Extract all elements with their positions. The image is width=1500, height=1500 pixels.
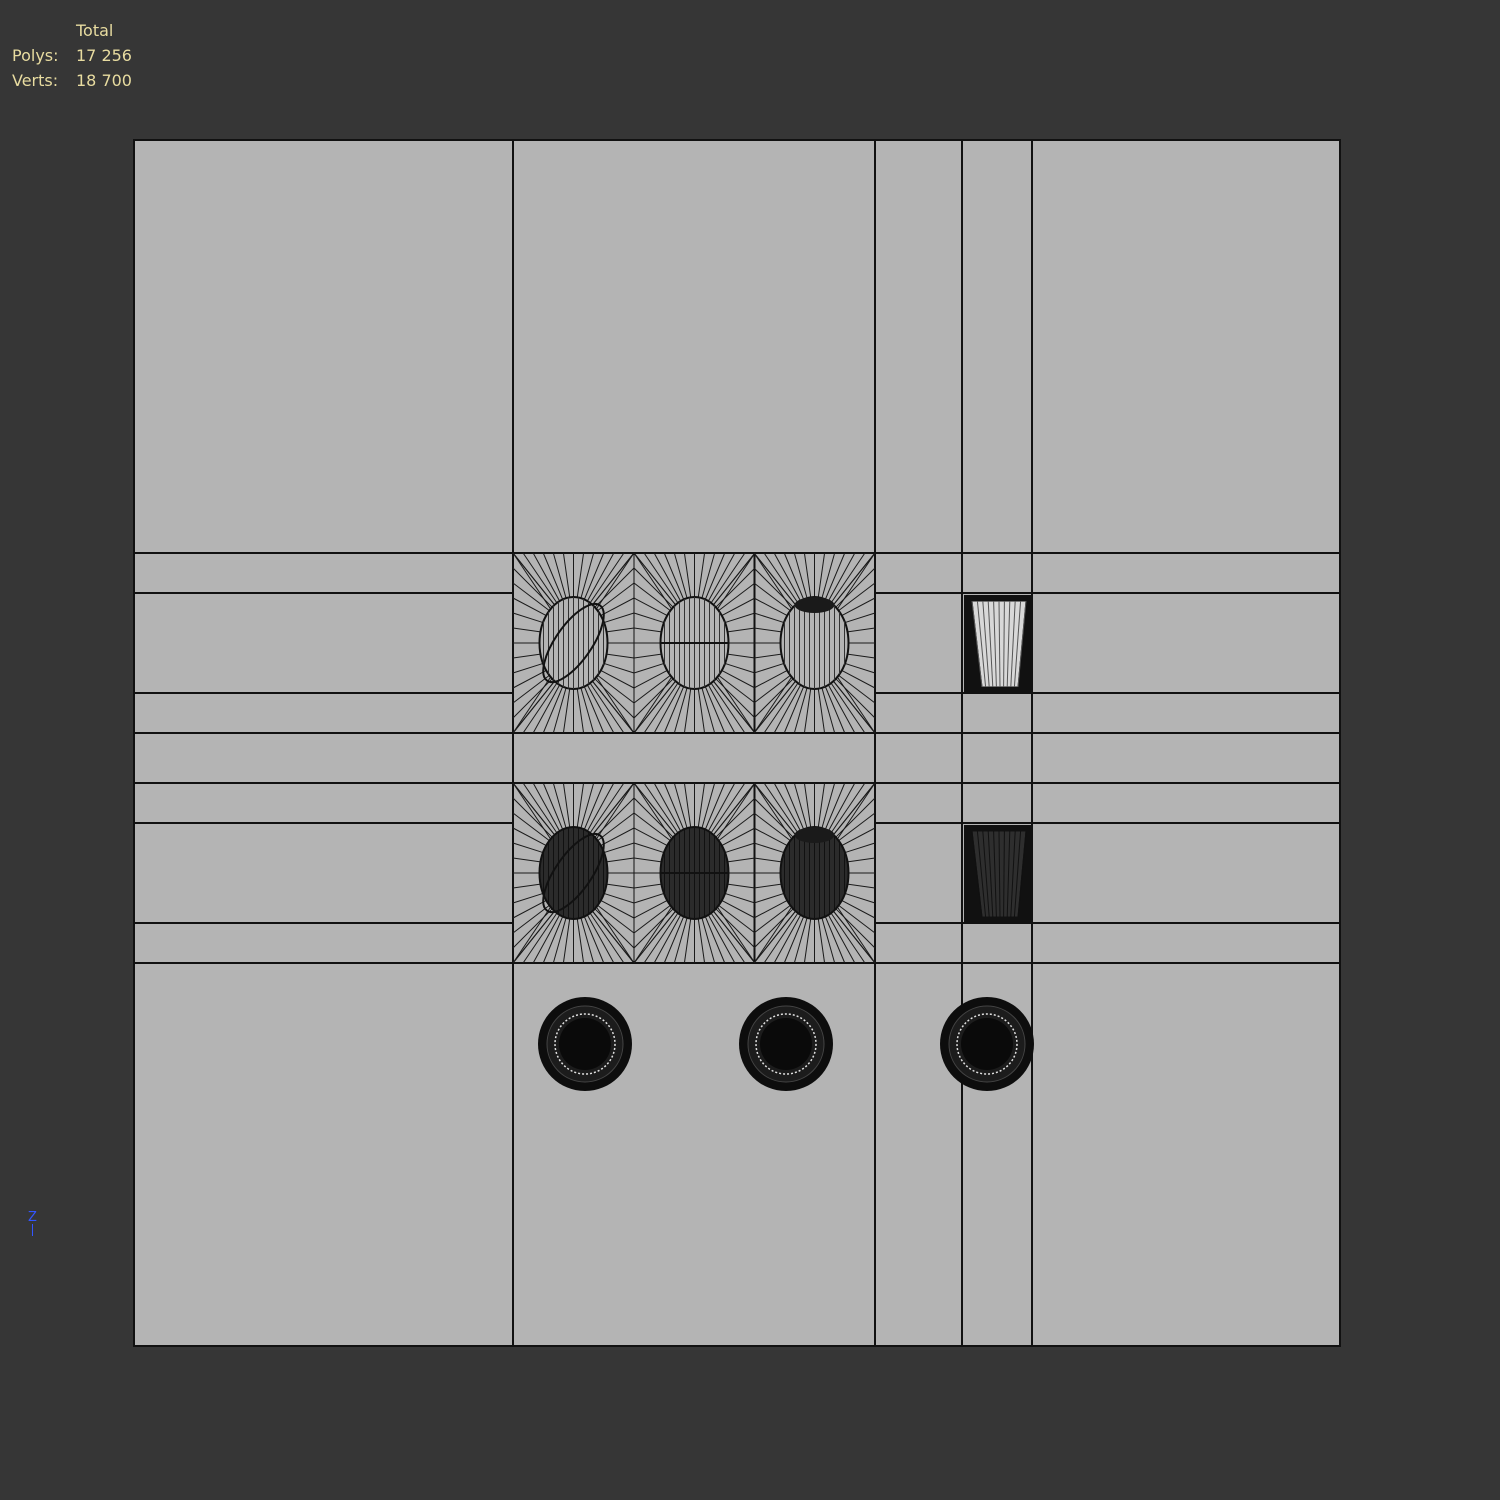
- sphere-island-3: [753, 552, 876, 734]
- uv-editor-viewport[interactable]: [0, 0, 1500, 1500]
- sphere-island-4: [512, 782, 635, 964]
- uv-square-border: [133, 139, 1341, 1347]
- sphere-cap: [794, 827, 835, 843]
- disc-inner: [961, 1018, 1013, 1070]
- verts-value: 18 700: [76, 71, 132, 90]
- axis-z-icon: [32, 1224, 33, 1236]
- disc-inner: [559, 1018, 611, 1070]
- stats-header: Total: [76, 21, 114, 40]
- polys-value: 17 256: [76, 46, 132, 65]
- polys-label: Polys:: [12, 46, 59, 65]
- disc-island-1: [538, 997, 632, 1091]
- disc-island-3: [940, 997, 1034, 1091]
- axis-z-label: Z: [28, 1210, 37, 1225]
- sphere-island-6: [753, 782, 876, 964]
- stats-polys-row: Polys: 17 256: [12, 43, 132, 68]
- viewport-stats: Total Polys: 17 256 Verts: 18 700: [12, 18, 132, 93]
- uv-layout-canvas[interactable]: [0, 0, 1500, 1500]
- axis-gizmo: Z: [28, 1210, 37, 1236]
- verts-label: Verts:: [12, 71, 59, 90]
- disc-inner: [760, 1018, 812, 1070]
- sphere-island-2: [633, 552, 756, 734]
- sphere-cap: [794, 597, 835, 613]
- cone-island-2: [964, 825, 1032, 923]
- sphere-island-1: [512, 552, 635, 734]
- stats-verts-row: Verts: 18 700: [12, 68, 132, 93]
- disc-island-2: [739, 997, 833, 1091]
- cone-island-1: [964, 595, 1032, 693]
- sphere-island-5: [633, 782, 756, 964]
